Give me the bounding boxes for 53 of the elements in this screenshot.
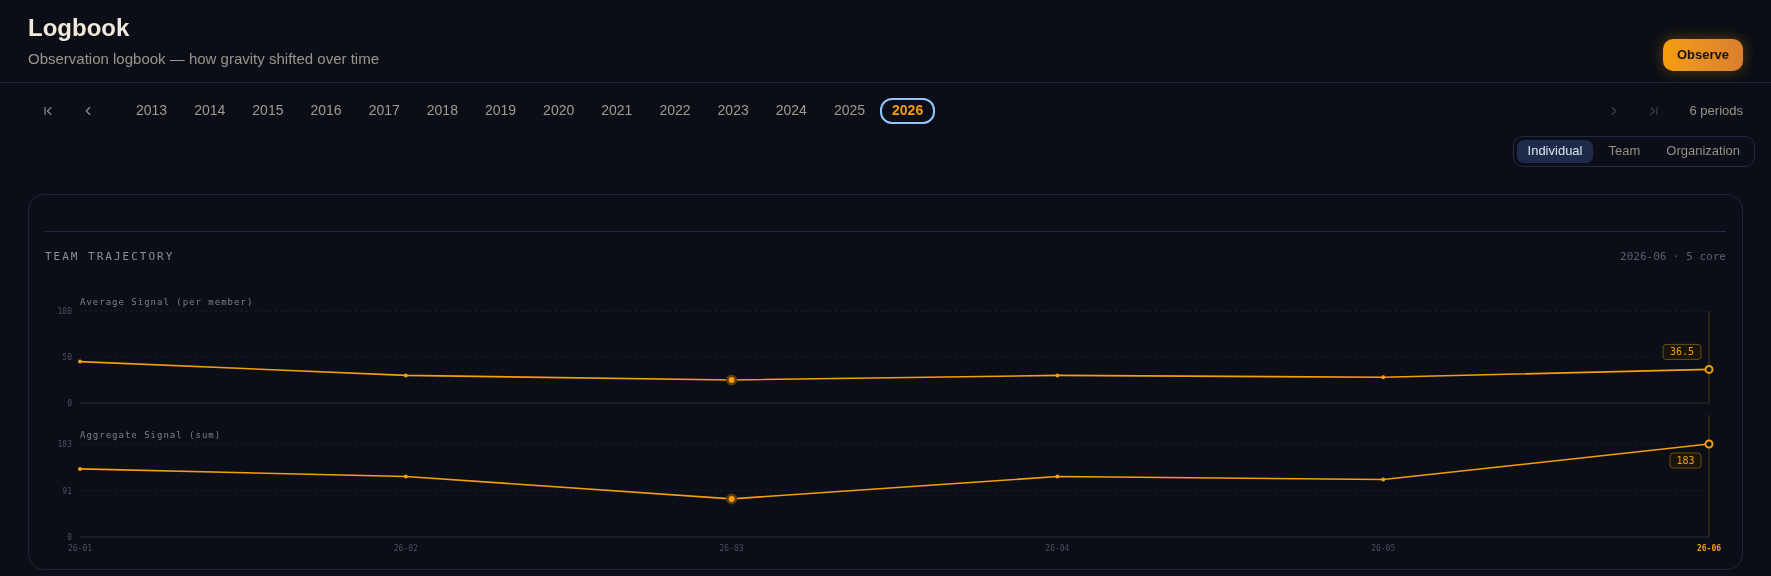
- year-tab[interactable]: 2014: [182, 97, 238, 124]
- year-tab[interactable]: 2025: [821, 97, 878, 124]
- y-tick-label: 91: [62, 486, 72, 496]
- year-tab[interactable]: 2021: [589, 97, 645, 124]
- period-count: 6 periods: [1689, 101, 1743, 120]
- year-tab[interactable]: 2015: [240, 97, 296, 124]
- year-tab[interactable]: 2022: [647, 97, 703, 124]
- data-point: [1381, 477, 1386, 482]
- year-tab[interactable]: 2026: [880, 97, 936, 124]
- data-point: [1055, 373, 1060, 378]
- x-tick-label: 26-04: [1045, 544, 1070, 553]
- data-point: [403, 373, 408, 378]
- view-tab[interactable]: Individual: [1516, 139, 1594, 163]
- y-tick-label: 100: [57, 307, 72, 316]
- year-tab[interactable]: 2016: [298, 97, 354, 124]
- data-point: [1381, 375, 1386, 380]
- year-tab[interactable]: 2023: [705, 97, 761, 124]
- chart-title: Aggregate Signal (sum): [80, 430, 222, 440]
- observe-button[interactable]: Observe: [1662, 39, 1743, 71]
- view-tab[interactable]: Team: [1597, 139, 1652, 163]
- page-subtitle: Observation logbook — how gravity shifted over time: [28, 49, 379, 69]
- y-tick-label: 0: [67, 533, 72, 542]
- y-tick-label: 0: [67, 399, 72, 408]
- value-label: 36.5: [1662, 343, 1702, 360]
- year-tab[interactable]: 2018: [414, 97, 470, 124]
- year-tab[interactable]: 2019: [472, 97, 529, 124]
- year-tab[interactable]: 2024: [763, 97, 819, 124]
- annotation: 183: [1676, 455, 1695, 466]
- current-point-marker: [1704, 364, 1714, 374]
- x-tick-label: 26-03: [719, 544, 744, 553]
- y-tick-label: 183: [57, 440, 72, 449]
- annotation: 36.5: [1669, 346, 1695, 358]
- year-tab[interactable]: 2017: [356, 97, 412, 124]
- view-tab[interactable]: Organization: [1655, 139, 1751, 163]
- x-tick-label: 26-02: [393, 544, 418, 553]
- data-point: [78, 359, 82, 364]
- data-point: [403, 474, 408, 479]
- page-title: Logbook: [28, 13, 131, 43]
- card-meta: 2026-06 · 5 core: [1620, 248, 1726, 265]
- card-title: TEAM TRAJECTORY: [45, 248, 175, 265]
- value-label: 183: [1669, 452, 1702, 469]
- data-point: [78, 466, 82, 471]
- x-tick-label: 26-06: [1696, 544, 1722, 553]
- chart-title: Average Signal (per member): [80, 297, 254, 307]
- x-tick-label: 26-05: [1371, 544, 1396, 553]
- year-tab[interactable]: 2020: [531, 97, 587, 124]
- current-point-marker: [1704, 439, 1714, 449]
- low-point-marker: [726, 493, 738, 505]
- year-tab[interactable]: 2013: [124, 97, 180, 124]
- low-point-marker: [726, 374, 738, 386]
- data-point: [1055, 474, 1060, 479]
- y-tick-label: 50: [62, 353, 72, 362]
- x-tick-label: 26-01: [67, 544, 93, 553]
